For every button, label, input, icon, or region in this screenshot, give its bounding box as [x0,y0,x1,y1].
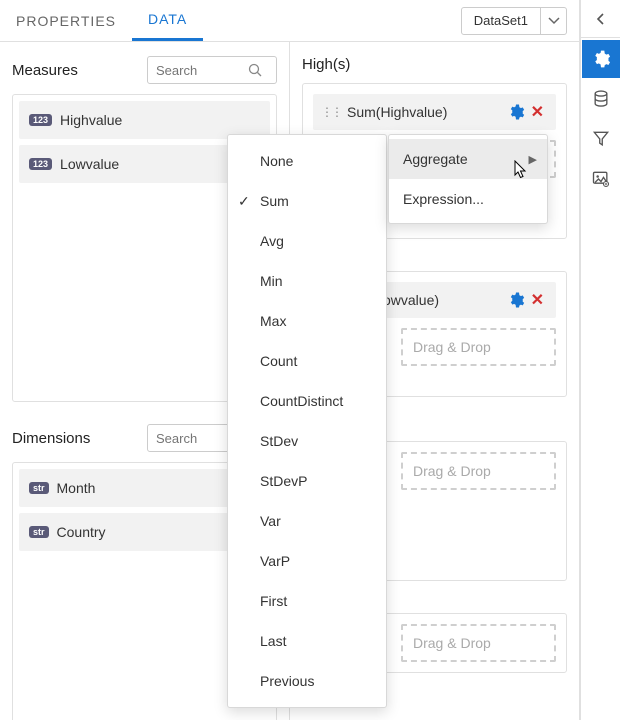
drop-zone[interactable]: Drag & Drop [401,624,556,662]
context-submenu: Aggregate ▶ Expression... [388,134,548,224]
string-badge-icon: str [29,482,49,494]
menu-item-last[interactable]: Last [228,621,386,661]
menu-item-previous[interactable]: Previous [228,661,386,701]
menu-item-min[interactable]: Min [228,261,386,301]
menu-item-first[interactable]: First [228,581,386,621]
field-label: Month [57,480,96,496]
measures-search[interactable] [147,56,277,84]
menu-item-countdistinct[interactable]: CountDistinct [228,381,386,421]
chip-label: Sum(Highvalue) [347,104,505,120]
tabs: Properties Data [0,0,461,41]
chevron-down-icon [540,8,566,34]
field-label: Lowvalue [60,156,119,172]
menu-item-var[interactable]: Var [228,501,386,541]
numeric-badge-icon: 123 [29,114,52,126]
rail-data[interactable] [582,80,620,118]
menu-item-stdevp[interactable]: StDevP [228,461,386,501]
menu-item-count[interactable]: Count [228,341,386,381]
rail-filter[interactable] [582,120,620,158]
rail-image-settings[interactable] [582,160,620,198]
menu-item-label: Aggregate [403,151,468,167]
menu-item-varp[interactable]: VarP [228,541,386,581]
collapse-button[interactable] [581,0,620,38]
field-label: Country [57,524,106,540]
dataset-select[interactable]: DataSet1 [461,7,567,35]
chip-label: owvalue) [383,292,505,308]
grip-icon[interactable]: ⋮⋮ [321,105,341,119]
chevron-right-icon: ▶ [529,153,537,166]
drop-zone[interactable]: Drag & Drop [401,452,556,490]
right-rail [580,0,620,720]
menu-item-stdev[interactable]: StDev [228,421,386,461]
drop-zone[interactable]: Drag & Drop [401,328,556,366]
numeric-badge-icon: 123 [29,158,52,170]
aggregate-menu: None Sum Avg Min Max Count CountDistinct… [227,134,387,708]
field-label: Highvalue [60,112,122,128]
dimensions-title: Dimensions [12,430,139,447]
menu-item-label: Expression... [403,191,484,207]
close-icon[interactable]: ✕ [527,288,548,312]
rail-settings[interactable] [582,40,620,78]
header: Properties Data DataSet1 [0,0,579,42]
close-icon[interactable]: ✕ [527,100,548,124]
menu-item-avg[interactable]: Avg [228,221,386,261]
menu-item-expression[interactable]: Expression... [389,179,547,219]
binding-chip[interactable]: ⋮⋮ Sum(Highvalue) ✕ [313,94,556,130]
gear-icon[interactable] [505,289,527,311]
measures-search-input[interactable] [148,63,248,78]
measures-title: Measures [12,62,139,79]
gear-icon[interactable] [505,101,527,123]
tab-properties[interactable]: Properties [0,0,132,41]
search-icon [248,63,268,77]
menu-item-none[interactable]: None [228,141,386,181]
menu-item-max[interactable]: Max [228,301,386,341]
tab-data[interactable]: Data [132,0,203,41]
section-title-highs: High(s) [302,56,567,73]
string-badge-icon: str [29,526,49,538]
menu-item-aggregate[interactable]: Aggregate ▶ [389,139,547,179]
menu-item-sum[interactable]: Sum [228,181,386,221]
dataset-value: DataSet1 [462,13,540,28]
